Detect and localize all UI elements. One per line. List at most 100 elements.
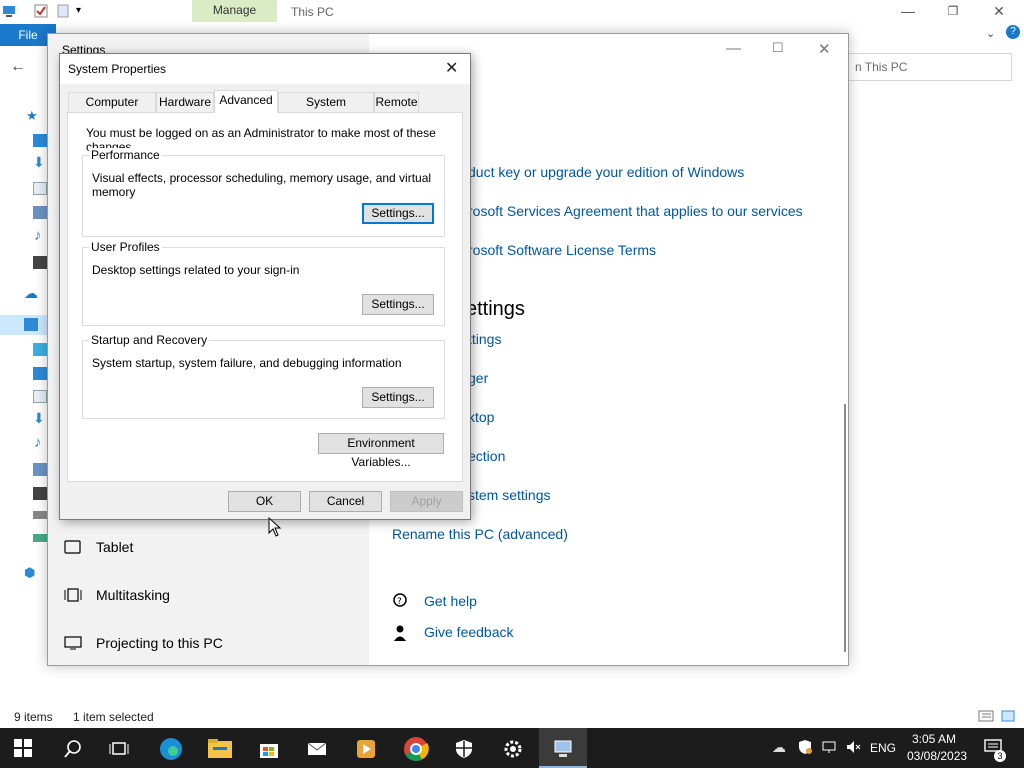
sidebar-item-label: Multitasking bbox=[96, 587, 170, 603]
windows-start-icon[interactable] bbox=[13, 738, 33, 758]
svg-text:?: ? bbox=[397, 597, 402, 607]
link-rename-pc-advanced[interactable]: Rename this PC (advanced) bbox=[392, 526, 568, 542]
pictures-nav-icon[interactable] bbox=[33, 463, 47, 476]
status-selected-count: 1 item selected bbox=[73, 710, 154, 724]
network-tray-icon[interactable] bbox=[821, 739, 837, 755]
settings-gear-icon[interactable] bbox=[502, 738, 524, 760]
tab-system-protection[interactable]: System Protection bbox=[278, 92, 374, 128]
link-services-agreement[interactable]: rosoft Services Agreement that applies t… bbox=[468, 203, 803, 219]
mouse-cursor-icon bbox=[268, 517, 282, 537]
group-description: Desktop settings related to your sign-in bbox=[92, 263, 300, 277]
desktop-folder-icon[interactable] bbox=[33, 134, 47, 147]
explorer-restore-button[interactable]: ❐ bbox=[930, 0, 976, 22]
desktop-nav-icon[interactable] bbox=[33, 367, 47, 380]
clock-time[interactable]: 3:05 AM bbox=[912, 732, 956, 746]
windows-security-icon[interactable] bbox=[453, 738, 475, 760]
group-title: Performance bbox=[89, 148, 162, 162]
link-product-key[interactable]: duct key or upgrade your edition of Wind… bbox=[468, 164, 744, 180]
settings-minimize-button[interactable]: — bbox=[726, 40, 741, 57]
documents-nav-icon[interactable] bbox=[33, 390, 47, 403]
quick-access-star-icon[interactable]: ★ bbox=[26, 108, 38, 124]
settings-scrollbar[interactable] bbox=[844, 404, 846, 652]
help-icon[interactable]: ? bbox=[1006, 25, 1020, 39]
group-title: User Profiles bbox=[89, 240, 162, 254]
explorer-titlebar: ▾ Manage This PC — ❐ ✕ bbox=[0, 0, 1024, 24]
link-related-3[interactable]: ktop bbox=[468, 409, 494, 425]
search-icon[interactable] bbox=[62, 738, 84, 760]
mail-icon[interactable] bbox=[306, 738, 328, 760]
microsoft-store-icon[interactable] bbox=[258, 738, 280, 760]
this-pc-nav-icon bbox=[24, 318, 38, 331]
chrome-browser-icon[interactable] bbox=[403, 736, 429, 762]
link-related-4[interactable]: ection bbox=[468, 448, 505, 464]
notification-count-badge: 3 bbox=[994, 750, 1006, 762]
give-feedback-link[interactable]: Give feedback bbox=[424, 624, 514, 640]
advanced-tab-panel: You must be logged on as an Administrato… bbox=[67, 112, 463, 482]
properties-icon[interactable] bbox=[34, 4, 48, 18]
user-profiles-settings-button[interactable]: Settings... bbox=[362, 294, 434, 315]
documents-folder-icon[interactable] bbox=[33, 182, 47, 195]
security-tray-icon[interactable] bbox=[797, 739, 813, 755]
user-profiles-group: User Profiles Desktop settings related t… bbox=[82, 240, 445, 326]
network-icon[interactable]: ⬢ bbox=[24, 565, 35, 581]
sidebar-item-tablet[interactable]: Tablet bbox=[64, 535, 133, 559]
group-description: Visual effects, processor scheduling, me… bbox=[92, 171, 432, 199]
system-properties-dialog: System Properties ✕ Computer Name Hardwa… bbox=[59, 53, 471, 520]
tablet-icon bbox=[64, 540, 81, 554]
view-toggle-icons[interactable] bbox=[978, 709, 1018, 723]
onedrive-icon[interactable]: ☁ bbox=[24, 285, 38, 302]
tab-advanced[interactable]: Advanced bbox=[214, 90, 278, 113]
environment-variables-button[interactable]: Environment Variables... bbox=[318, 433, 444, 469]
settings-maximize-button[interactable]: ☐ bbox=[772, 40, 784, 56]
edge-browser-icon[interactable] bbox=[158, 736, 184, 762]
performance-settings-button[interactable]: Settings... bbox=[362, 203, 434, 224]
media-player-icon[interactable] bbox=[355, 738, 377, 760]
pictures-folder-icon[interactable] bbox=[33, 206, 47, 219]
music-folder-icon[interactable]: ♪ bbox=[34, 227, 42, 244]
quick-access-dropdown-icon[interactable]: ▾ bbox=[76, 5, 81, 16]
tab-remote[interactable]: Remote bbox=[374, 92, 419, 112]
onedrive-tray-icon[interactable]: ☁ bbox=[772, 739, 786, 756]
downloads-nav-icon[interactable]: ⬇ bbox=[33, 410, 45, 427]
back-arrow-icon[interactable]: ← bbox=[10, 58, 26, 76]
local-disk-icon[interactable] bbox=[33, 511, 47, 519]
status-item-count: 9 items bbox=[14, 710, 53, 724]
search-input[interactable]: n This PC bbox=[848, 53, 1012, 81]
link-license-terms[interactable]: rosoft Software License Terms bbox=[468, 242, 656, 258]
link-related-2[interactable]: ger bbox=[468, 370, 488, 386]
ok-button[interactable]: OK bbox=[228, 491, 301, 512]
3d-objects-icon[interactable] bbox=[33, 343, 47, 356]
file-explorer-icon[interactable] bbox=[207, 738, 233, 760]
system-properties-icon bbox=[554, 740, 572, 757]
group-description: System startup, system failure, and debu… bbox=[92, 356, 402, 370]
explorer-close-button[interactable]: ✕ bbox=[976, 0, 1022, 22]
task-view-icon[interactable] bbox=[108, 738, 130, 760]
startup-recovery-settings-button[interactable]: Settings... bbox=[362, 387, 434, 408]
multitasking-icon bbox=[64, 588, 82, 602]
cancel-button[interactable]: Cancel bbox=[309, 491, 382, 512]
input-language[interactable]: ENG bbox=[870, 741, 896, 755]
apply-button[interactable]: Apply bbox=[390, 491, 463, 512]
clock-date[interactable]: 03/08/2023 bbox=[907, 749, 967, 763]
settings-close-button[interactable]: ✕ bbox=[818, 40, 831, 58]
network-drive-icon[interactable] bbox=[33, 534, 47, 542]
dialog-close-button[interactable]: ✕ bbox=[445, 58, 458, 78]
new-folder-icon[interactable] bbox=[56, 4, 70, 18]
sidebar-item-projecting[interactable]: Projecting to this PC bbox=[64, 631, 223, 655]
downloads-folder-icon[interactable]: ⬇ bbox=[33, 154, 45, 171]
get-help-link[interactable]: Get help bbox=[424, 593, 477, 609]
link-advanced-system-settings[interactable]: stem settings bbox=[468, 487, 550, 503]
tab-computer-name[interactable]: Computer Name bbox=[68, 92, 156, 128]
ribbon-expand-icon[interactable]: ⌄ bbox=[986, 27, 995, 40]
music-nav-icon[interactable]: ♪ bbox=[34, 434, 42, 451]
projecting-icon bbox=[64, 636, 82, 650]
sidebar-item-label: Tablet bbox=[96, 539, 134, 555]
manage-tab[interactable]: Manage bbox=[192, 0, 277, 22]
explorer-minimize-button[interactable]: — bbox=[885, 0, 931, 22]
videos-nav-icon[interactable] bbox=[33, 487, 47, 500]
tab-hardware[interactable]: Hardware bbox=[156, 92, 214, 112]
volume-muted-icon[interactable] bbox=[845, 739, 861, 755]
videos-folder-icon[interactable] bbox=[33, 256, 47, 269]
link-related-1[interactable]: ttings bbox=[468, 331, 501, 347]
sidebar-item-multitasking[interactable]: Multitasking bbox=[64, 583, 170, 607]
